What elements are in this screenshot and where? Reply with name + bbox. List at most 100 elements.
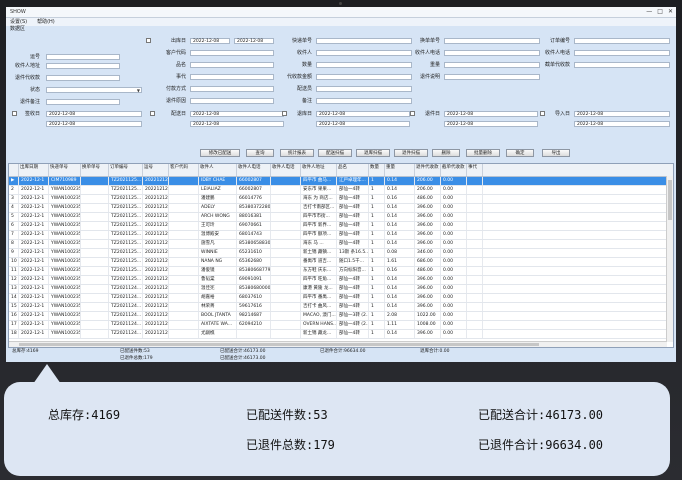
input-out-date-to[interactable]: 2022-12-08: [234, 38, 274, 44]
column-header[interactable]: 重量: [385, 164, 415, 176]
input-customer-code[interactable]: [190, 50, 274, 56]
table-row[interactable]: 112022-12-1YWAN100235... TZ2021125...2022…: [9, 267, 673, 276]
table-cell: WINNIE: [199, 249, 237, 257]
delete-button[interactable]: 删除: [432, 149, 460, 157]
column-header[interactable]: 收件人地址: [301, 164, 337, 176]
menu-settings[interactable]: 设置(S): [10, 18, 27, 26]
close-icon[interactable]: ✕: [668, 8, 673, 16]
table-row[interactable]: 62022-12-1YWAN100235... TZ2021125...20221…: [9, 222, 673, 231]
column-header[interactable]: [9, 164, 19, 176]
confirm-button[interactable]: 确定: [506, 149, 534, 157]
column-header[interactable]: 出库日期: [19, 164, 49, 176]
input-return-date-from[interactable]: 2022-12-08: [444, 111, 538, 117]
column-header[interactable]: 截单代收款: [441, 164, 467, 176]
search-button[interactable]: 查询: [246, 149, 274, 157]
input-courier[interactable]: [316, 86, 412, 92]
table-row[interactable]: 142022-12-1YWAN100235... TZ2021124...2022…: [9, 294, 673, 303]
column-header[interactable]: 退件代收款: [415, 164, 441, 176]
batch-delete-button[interactable]: 批量删除: [466, 149, 500, 157]
horizontal-scroll-thumb[interactable]: [19, 343, 539, 346]
table-row[interactable]: 32022-12-1YWAN100235... TZ2021125...20221…: [9, 195, 673, 204]
input-sign-date-to[interactable]: 2022-12-08: [46, 121, 142, 127]
input-import-date-from[interactable]: 2022-12-08: [574, 111, 670, 117]
menu-help[interactable]: 帮助(H): [37, 18, 55, 26]
table-row[interactable]: 22022-12-1YWAN100235... TZ2021125...20221…: [9, 186, 673, 195]
table-row[interactable]: 182022-12-1YWAN100235... TZ2021124...2022…: [9, 330, 673, 339]
table-cell: YWAN100235...: [49, 330, 81, 338]
input-receiver-addr[interactable]: [46, 63, 120, 69]
minimize-icon[interactable]: —: [646, 8, 652, 16]
input-import-date-to[interactable]: 2022-12-08: [574, 121, 670, 127]
input-swap-no[interactable]: [444, 38, 540, 44]
table-row[interactable]: 162022-12-1YWAN100235... TZ2021124...2022…: [9, 312, 673, 321]
input-return-stock-date-to[interactable]: 2022-12-08: [316, 121, 410, 127]
column-header[interactable]: 收件人电话: [271, 164, 301, 176]
input-return-desc[interactable]: [444, 74, 540, 80]
table-row[interactable]: 132022-12-1YWAN100235... TZ2021124...2022…: [9, 285, 673, 294]
column-header[interactable]: 订单编号: [109, 164, 143, 176]
input-express-no[interactable]: [316, 38, 412, 44]
maximize-icon[interactable]: □: [657, 8, 663, 16]
input-product[interactable]: [190, 62, 274, 68]
input-ship-no[interactable]: [46, 54, 120, 60]
table-row[interactable]: 52022-12-1YWAN100235... TZ2021125...20221…: [9, 213, 673, 222]
column-header[interactable]: 事代: [467, 164, 483, 176]
column-header[interactable]: 数量: [369, 164, 385, 176]
input-refund-cod[interactable]: [46, 75, 120, 81]
table-cell: 5: [9, 213, 19, 221]
input-return-remark[interactable]: [46, 99, 120, 105]
column-header[interactable]: 运号: [143, 164, 169, 176]
table-row[interactable]: 122022-12-1YWAN100235... TZ2021125...2022…: [9, 276, 673, 285]
vertical-scrollbar[interactable]: [666, 176, 673, 342]
input-receiver-phone[interactable]: [444, 50, 540, 56]
table-cell: [467, 231, 483, 239]
table-cell: 江戸卓理年...: [337, 177, 369, 185]
table-row[interactable]: 42022-12-1YWAN100235... TZ2021125...20221…: [9, 204, 673, 213]
input-return-date-to[interactable]: 2022-12-08: [444, 121, 538, 127]
delivery-scan-button[interactable]: 配送扫描: [318, 149, 352, 157]
input-return-stock-date-from[interactable]: 2022-12-08: [316, 111, 410, 117]
table-row[interactable]: ▶2022-12-1CIM710989 TZ2021125...202212120…: [9, 177, 673, 186]
table-row[interactable]: 82022-12-1YWAN100235... TZ2021125...20221…: [9, 240, 673, 249]
horizontal-scrollbar[interactable]: [9, 341, 667, 347]
input-out-date-from[interactable]: 2022-12-08: [190, 38, 230, 44]
input-sign-date-from[interactable]: 2022-12-08: [46, 111, 142, 117]
return-scan-button[interactable]: 退件扫描: [394, 149, 428, 157]
column-header[interactable]: 换单单号: [81, 164, 109, 176]
input-remark[interactable]: [316, 98, 412, 104]
vertical-scroll-thumb[interactable]: [668, 180, 672, 220]
export-button[interactable]: 导出: [542, 149, 570, 157]
input-order-no[interactable]: [574, 38, 670, 44]
input-quantity[interactable]: [316, 62, 412, 68]
report-button[interactable]: 统计报表: [280, 149, 314, 157]
input-receiver[interactable]: [316, 50, 412, 56]
input-cut-cod[interactable]: [574, 62, 670, 68]
checkbox-out-date[interactable]: [146, 38, 151, 43]
input-weight[interactable]: [444, 62, 540, 68]
label-remark: 备注: [301, 98, 312, 104]
table-cell: 1.61: [385, 258, 415, 266]
table-row[interactable]: 102022-12-1YWAN100235... TZ2021125...2022…: [9, 258, 673, 267]
edit-delivered-button[interactable]: 修改已配送: [200, 149, 240, 157]
input-delivery-date-from[interactable]: 2022-12-08: [190, 111, 284, 117]
column-header[interactable]: 客户代码: [169, 164, 199, 176]
input-return-reason[interactable]: [190, 98, 274, 104]
table-cell: 0.08: [385, 249, 415, 257]
column-header[interactable]: 收件人电话: [237, 164, 271, 176]
input-agent[interactable]: [190, 74, 274, 80]
table-row[interactable]: 152022-12-1YWAN100235... TZ2021124...2022…: [9, 303, 673, 312]
return-stock-scan-button[interactable]: 退库扫描: [356, 149, 390, 157]
column-header[interactable]: 快递单号: [49, 164, 81, 176]
select-status[interactable]: ▼: [46, 87, 142, 93]
column-header[interactable]: 收件人: [199, 164, 237, 176]
input-delivery-date-to[interactable]: 2022-12-08: [190, 121, 284, 127]
column-header[interactable]: 品名: [337, 164, 369, 176]
table-row[interactable]: 172022-12-1YWAN100235... TZ2021124...2022…: [9, 321, 673, 330]
input-cod-amount[interactable]: [316, 74, 412, 80]
input-payment[interactable]: [190, 86, 274, 92]
table-cell: 15: [9, 303, 19, 311]
table-row[interactable]: 92022-12-1YWAN100235... TZ2021125...20221…: [9, 249, 673, 258]
table-row[interactable]: 72022-12-1YWAN100235... TZ2021125...20221…: [9, 231, 673, 240]
table-cell: [271, 195, 301, 203]
input-receiver-phone2[interactable]: [574, 50, 670, 56]
